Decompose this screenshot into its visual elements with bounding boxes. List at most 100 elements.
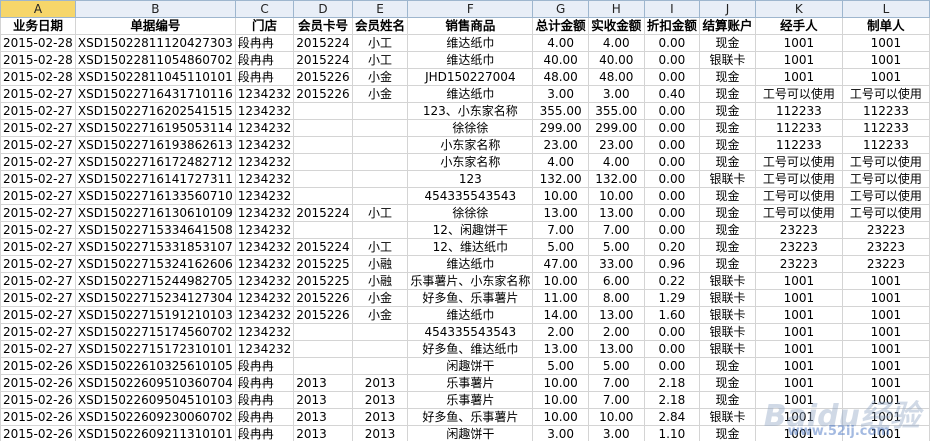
table-cell[interactable]: 5.00	[532, 238, 589, 256]
table-cell[interactable]: 小金	[351, 68, 409, 86]
table-cell[interactable]: 2.18	[643, 374, 701, 392]
table-cell[interactable]: 23.00	[532, 136, 589, 154]
table-cell[interactable]: 4.00	[587, 34, 645, 52]
table-cell[interactable]: 1001	[754, 374, 843, 392]
table-cell[interactable]: 段冉冉	[234, 51, 295, 69]
table-cell[interactable]: 小融	[351, 272, 409, 290]
table-cell[interactable]	[293, 323, 353, 341]
table-cell[interactable]: 0.00	[643, 204, 701, 222]
table-cell[interactable]: 132.00	[587, 170, 645, 188]
table-cell[interactable]: XSD15022716202541515	[74, 102, 236, 120]
table-cell[interactable]: 银联卡	[699, 289, 756, 307]
table-cell[interactable]: 7.00	[587, 374, 645, 392]
table-cell[interactable]: 11.00	[532, 289, 589, 307]
table-cell[interactable]: 银联卡	[699, 408, 756, 426]
table-cell[interactable]: 维达纸巾	[407, 51, 534, 69]
column-header-c[interactable]: C	[234, 0, 295, 18]
table-cell[interactable]: XSD15022610325610105	[74, 357, 236, 375]
table-cell[interactable]: 1001	[841, 306, 930, 324]
table-cell[interactable]: 2.00	[532, 323, 589, 341]
table-cell[interactable]: 33.00	[587, 255, 645, 273]
table-cell[interactable]: 2015-02-26	[0, 391, 76, 409]
table-cell[interactable]: 355.00	[532, 102, 589, 120]
table-cell[interactable]: 2015224	[293, 238, 353, 256]
table-cell[interactable]: 银联卡	[699, 340, 756, 358]
table-cell[interactable]	[293, 119, 353, 137]
table-cell[interactable]: 23.00	[587, 136, 645, 154]
table-cell[interactable]: 0.00	[643, 340, 701, 358]
table-cell[interactable]: 2015-02-27	[0, 272, 76, 290]
table-cell[interactable]: 0.40	[643, 85, 701, 103]
table-cell[interactable]: 2015226	[293, 306, 353, 324]
table-cell[interactable]: 23223	[841, 255, 930, 273]
table-cell[interactable]: 乐事薯片	[407, 374, 534, 392]
table-cell[interactable]: 2013	[351, 391, 409, 409]
table-cell[interactable]: 112233	[841, 136, 930, 154]
table-cell[interactable]: 小东家名称	[407, 153, 534, 171]
table-cell[interactable]: 2015-02-27	[0, 238, 76, 256]
column-header-d[interactable]: D	[293, 0, 353, 18]
table-cell[interactable]: 0.20	[643, 238, 701, 256]
column-header-a[interactable]: A	[0, 0, 76, 18]
field-header-cell[interactable]: 会员姓名	[351, 17, 409, 35]
table-cell[interactable]: 2013	[293, 408, 353, 426]
table-cell[interactable]: 112233	[841, 119, 930, 137]
table-cell[interactable]: XSD15022715172310101	[74, 340, 236, 358]
table-cell[interactable]: 2015-02-27	[0, 221, 76, 239]
table-cell[interactable]: 1001	[841, 51, 930, 69]
table-cell[interactable]: 1234232	[234, 136, 295, 154]
table-cell[interactable]: 10.00	[587, 187, 645, 205]
table-cell[interactable]: 2015226	[293, 68, 353, 86]
table-cell[interactable]	[293, 340, 353, 358]
table-cell[interactable]: 现金	[699, 136, 756, 154]
table-cell[interactable]: 8.00	[587, 289, 645, 307]
table-cell[interactable]: 现金	[699, 204, 756, 222]
table-cell[interactable]: XSD15022609504510103	[74, 391, 236, 409]
table-cell[interactable]: 23223	[754, 255, 843, 273]
table-cell[interactable]: 14.00	[532, 306, 589, 324]
column-header-h[interactable]: H	[587, 0, 645, 18]
table-cell[interactable]	[351, 357, 409, 375]
table-cell[interactable]: 段冉冉	[234, 357, 295, 375]
table-cell[interactable]: 5.00	[587, 357, 645, 375]
table-cell[interactable]: XSD15022715234127304	[74, 289, 236, 307]
table-cell[interactable]: 13.00	[587, 204, 645, 222]
table-cell[interactable]	[293, 136, 353, 154]
table-cell[interactable]: XSD15022716431710116	[74, 85, 236, 103]
field-header-cell[interactable]: 单据编号	[74, 17, 236, 35]
table-cell[interactable]: 1001	[754, 425, 843, 441]
table-cell[interactable]: 2015-02-26	[0, 408, 76, 426]
table-cell[interactable]: 299.00	[587, 119, 645, 137]
table-cell[interactable]: 1001	[841, 374, 930, 392]
table-cell[interactable]: 1001	[754, 34, 843, 52]
table-cell[interactable]: 13.00	[532, 204, 589, 222]
table-cell[interactable]: 454335543543	[407, 323, 534, 341]
table-cell[interactable]: 23223	[754, 221, 843, 239]
table-cell[interactable]: XSD15022716133560710	[74, 187, 236, 205]
table-cell[interactable]: 银联卡	[699, 272, 756, 290]
table-cell[interactable]: 2013	[293, 374, 353, 392]
table-cell[interactable]: 23223	[841, 221, 930, 239]
table-cell[interactable]: 乐事薯片	[407, 391, 534, 409]
table-cell[interactable]: 1001	[841, 340, 930, 358]
table-cell[interactable]: 乐事薯片、小东家名称	[407, 272, 534, 290]
table-cell[interactable]: 2015-02-27	[0, 102, 76, 120]
table-cell[interactable]: 工号可以使用	[841, 170, 930, 188]
table-cell[interactable]: 现金	[699, 85, 756, 103]
table-cell[interactable]: 1001	[841, 408, 930, 426]
table-cell[interactable]: 银联卡	[699, 51, 756, 69]
table-cell[interactable]: 段冉冉	[234, 425, 295, 441]
table-cell[interactable]: 1234232	[234, 187, 295, 205]
table-cell[interactable]: XSD15022715334641508	[74, 221, 236, 239]
table-cell[interactable]: 2015-02-27	[0, 153, 76, 171]
table-cell[interactable]: 小工	[351, 204, 409, 222]
table-cell[interactable]: XSD15022811054860702	[74, 51, 236, 69]
table-cell[interactable]: 10.00	[532, 272, 589, 290]
table-cell[interactable]: 现金	[699, 119, 756, 137]
table-cell[interactable]: 段冉冉	[234, 391, 295, 409]
field-header-cell[interactable]: 实收金额	[587, 17, 645, 35]
table-cell[interactable]: 1234232	[234, 119, 295, 137]
table-cell[interactable]: 徐徐徐	[407, 204, 534, 222]
table-cell[interactable]: 1001	[841, 425, 930, 441]
table-cell[interactable]: 2015-02-28	[0, 68, 76, 86]
